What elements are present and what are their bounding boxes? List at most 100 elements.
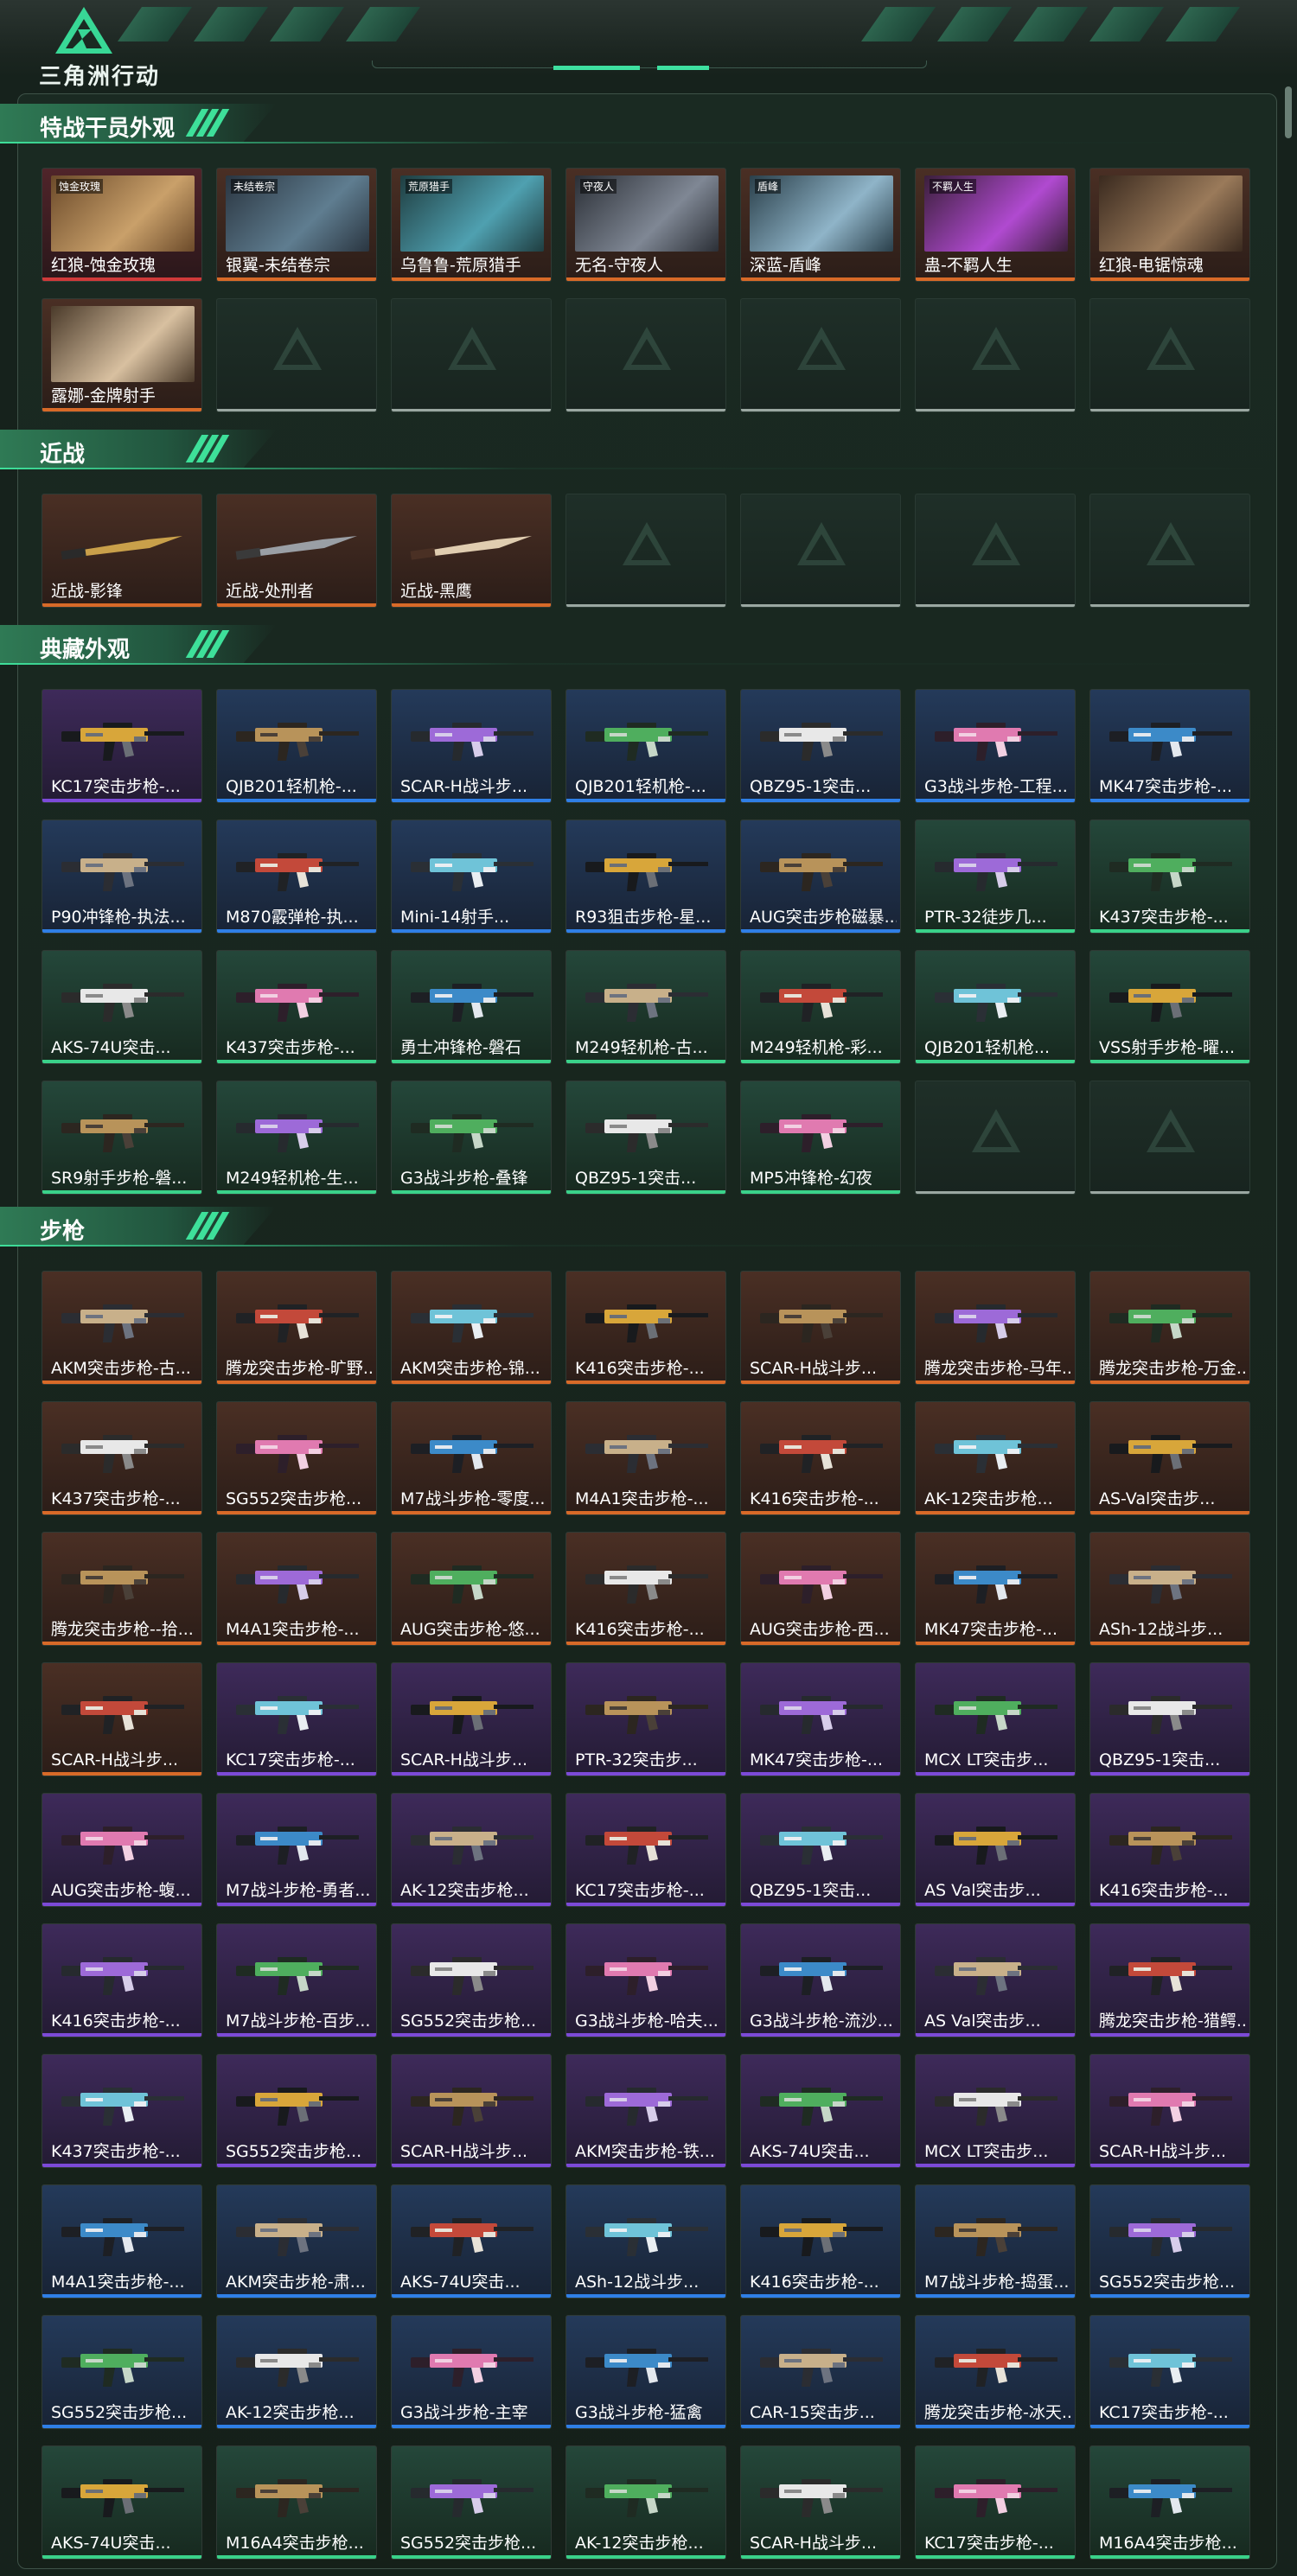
skin-card[interactable]: 腾龙突击步枪-马年... [915,1271,1076,1385]
skin-card[interactable]: SG552突击步枪... [216,1401,377,1515]
skin-card[interactable]: ASh-12战斗步... [1089,1532,1250,1646]
skin-card[interactable]: SCAR-H战斗步... [42,1662,202,1776]
skin-card[interactable]: R93狙击步枪-星... [565,819,726,934]
skin-card[interactable]: AKS-74U突击... [391,2184,552,2299]
skin-card[interactable]: MP5冲锋枪-幻夜 [740,1081,901,1195]
skin-card[interactable]: K416突击步枪-... [740,2184,901,2299]
skin-card[interactable]: QJB201轻机枪-... [216,689,377,803]
skin-card[interactable]: K437突击步枪-... [1089,819,1250,934]
skin-card[interactable]: K416突击步枪-... [565,1532,726,1646]
skin-card[interactable]: 腾龙突击步枪-冰天... [915,2315,1076,2429]
skin-card[interactable]: M4A1突击步枪-... [565,1401,726,1515]
skin-card[interactable]: G3战斗步枪-叠锋 [391,1081,552,1195]
skin-card[interactable]: K437突击步枪-... [42,1401,202,1515]
skin-card[interactable]: M7战斗步枪-勇者... [216,1793,377,1907]
skin-card[interactable]: 红狼-电锯惊魂 [1089,168,1250,282]
skin-card[interactable]: CAR-15突击步... [740,2315,901,2429]
skin-card[interactable]: AK-12突击步枪... [391,1793,552,1907]
skin-card[interactable]: QJB201轻机枪... [915,950,1076,1064]
skin-card[interactable]: MK47突击步枪-... [915,1532,1076,1646]
skin-card[interactable]: AKM突击步枪-古... [42,1271,202,1385]
skin-card[interactable]: KC17突击步枪-... [1089,2315,1250,2429]
skin-card[interactable]: KC17突击步枪-... [216,1662,377,1776]
skin-card[interactable]: AK-12突击步枪... [915,1401,1076,1515]
skin-card[interactable]: AK-12突击步枪... [216,2315,377,2429]
skin-card[interactable]: M16A4突击步枪... [1089,2445,1250,2560]
skin-card[interactable]: ASh-12战斗步... [565,2184,726,2299]
skin-card[interactable]: 盾峰 深蓝-盾峰 [740,168,901,282]
skin-card[interactable]: SG552突击步枪... [42,2315,202,2429]
skin-card[interactable]: MCX LT突击步... [915,2054,1076,2168]
skin-card[interactable]: SCAR-H战斗步... [391,1662,552,1776]
skin-card[interactable]: K416突击步枪-... [565,1271,726,1385]
skin-card[interactable]: PTR-32突击步... [565,1662,726,1776]
skin-card[interactable]: 腾龙突击步枪-万金... [1089,1271,1250,1385]
skin-card[interactable]: M4A1突击步枪-... [216,1532,377,1646]
skin-card[interactable]: SR9射手步枪-磐... [42,1081,202,1195]
skin-card[interactable]: K416突击步枪-... [740,1401,901,1515]
scrollbar-thumb[interactable] [1285,86,1292,138]
skin-card[interactable]: AKM突击步枪-锦... [391,1271,552,1385]
skin-card[interactable]: G3战斗步枪-哈夫... [565,1923,726,2037]
skin-card[interactable]: M16A4突击步枪... [216,2445,377,2560]
skin-card[interactable]: QBZ95-1突击... [740,689,901,803]
skin-card[interactable]: SCAR-H战斗步... [1089,2054,1250,2168]
skin-card[interactable]: KC17突击步枪-... [915,2445,1076,2560]
skin-card[interactable]: G3战斗步枪-工程... [915,689,1076,803]
skin-card[interactable]: QBZ95-1突击... [740,1793,901,1907]
skin-card[interactable]: 蚀金玫瑰 红狼-蚀金玫瑰 [42,168,202,282]
skin-card[interactable]: 近战-处刑者 [216,494,377,608]
skin-card[interactable]: AUG突击步枪磁暴... [740,819,901,934]
skin-card[interactable]: PTR-32徒步几... [915,819,1076,934]
skin-card[interactable]: SCAR-H战斗步... [740,1271,901,1385]
skin-card[interactable]: 未结卷宗 银翼-未结卷宗 [216,168,377,282]
skin-card[interactable]: QJB201轻机枪-... [565,689,726,803]
skin-card[interactable]: 腾龙突击步枪-猎鳄... [1089,1923,1250,2037]
skin-card[interactable]: 守夜人 无名-守夜人 [565,168,726,282]
skin-card[interactable]: 近战-黑鹰 [391,494,552,608]
skin-card[interactable]: QBZ95-1突击... [565,1081,726,1195]
skin-card[interactable]: AKM突击步枪-铁... [565,2054,726,2168]
skin-card[interactable]: 勇士冲锋枪-磐石 [391,950,552,1064]
skin-card[interactable]: AK-12突击步枪... [565,2445,726,2560]
skin-card[interactable]: M7战斗步枪-捣蛋... [915,2184,1076,2299]
skin-card[interactable]: VSS射手步枪-曜... [1089,950,1250,1064]
skin-card[interactable]: P90冲锋枪-执法... [42,819,202,934]
skin-card[interactable]: 近战-影锋 [42,494,202,608]
skin-card[interactable]: M7战斗步枪-零度... [391,1401,552,1515]
skin-card[interactable]: KC17突击步枪-... [565,1793,726,1907]
skin-card[interactable]: K437突击步枪-... [216,950,377,1064]
skin-card[interactable]: AKM突击步枪-肃... [216,2184,377,2299]
skin-card[interactable]: M249轻机枪-彩... [740,950,901,1064]
skin-card[interactable]: 腾龙突击步枪--拾... [42,1532,202,1646]
skin-card[interactable]: SG552突击步枪... [391,2445,552,2560]
skin-card[interactable]: M7战斗步枪-百步... [216,1923,377,2037]
skin-card[interactable]: 腾龙突击步枪-旷野... [216,1271,377,1385]
skin-card[interactable]: AUG突击步枪-西... [740,1532,901,1646]
skin-card[interactable]: SCAR-H战斗步... [391,689,552,803]
skin-card[interactable]: SG552突击步枪... [216,2054,377,2168]
skin-card[interactable]: M870霰弹枪-执... [216,819,377,934]
skin-card[interactable]: G3战斗步枪-流沙... [740,1923,901,2037]
skin-card[interactable]: K416突击步枪-... [1089,1793,1250,1907]
skin-card[interactable]: MK47突击步枪-... [740,1662,901,1776]
skin-card[interactable]: AKS-74U突击... [42,2445,202,2560]
skin-card[interactable]: AS Val突击步... [915,1793,1076,1907]
skin-card[interactable]: AS-Val突击步... [1089,1401,1250,1515]
skin-card[interactable]: Mini-14射手... [391,819,552,934]
skin-card[interactable]: AUG突击步枪-蝮... [42,1793,202,1907]
skin-card[interactable]: 荒原猎手 乌鲁鲁-荒原猎手 [391,168,552,282]
skin-card[interactable]: AKS-74U突击... [740,2054,901,2168]
skin-card[interactable]: K437突击步枪-... [42,2054,202,2168]
skin-card[interactable]: 不羁人生 蛊-不羁人生 [915,168,1076,282]
skin-card[interactable]: K416突击步枪-... [42,1923,202,2037]
skin-card[interactable]: AUG突击步枪-悠... [391,1532,552,1646]
skin-card[interactable]: AKS-74U突击... [42,950,202,1064]
skin-card[interactable]: SG552突击步枪... [391,1923,552,2037]
skin-card[interactable]: M249轻机枪-古... [565,950,726,1064]
skin-card[interactable]: QBZ95-1突击... [1089,1662,1250,1776]
skin-card[interactable]: KC17突击步枪-... [42,689,202,803]
skin-card[interactable]: 露娜-金牌射手 [42,298,202,412]
skin-card[interactable]: G3战斗步枪-主宰 [391,2315,552,2429]
skin-card[interactable]: SG552突击步枪... [1089,2184,1250,2299]
